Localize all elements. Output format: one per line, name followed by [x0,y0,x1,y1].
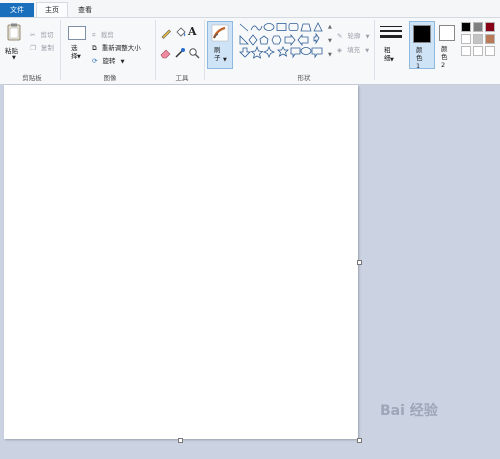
tab-file[interactable]: 文件 [0,3,34,17]
clipboard-icon [7,23,21,41]
color1-button[interactable]: 颜色 1 [409,21,435,70]
watermark: Bai 经验 [380,403,438,419]
palette-swatch-dark-red[interactable] [485,22,495,32]
shapes-scroll-down-icon[interactable]: ▼ [328,38,332,44]
drawing-canvas[interactable] [4,85,358,439]
palette-swatch-black[interactable] [461,22,471,32]
chevron-down-icon: ▼ [120,59,125,65]
shapes-expand-icon[interactable]: ▼ [328,52,332,58]
color1-swatch [413,25,431,43]
palette-swatch-empty[interactable] [473,46,483,56]
color-picker-icon[interactable] [174,47,186,59]
tab-bar: 文件 主页 查看 [0,0,500,17]
resize-handle-corner[interactable] [357,438,362,443]
image-group-label: 图像 [103,74,117,82]
fill-icon: ◈ [337,46,342,54]
tab-home[interactable]: 主页 [36,2,68,17]
chevron-down-icon: ▼ [390,57,394,63]
shapes-group-label: 形状 [297,74,311,82]
chevron-down-icon: ▼ [223,57,227,63]
group-divider [374,20,375,80]
resize-handle-bottom[interactable] [178,438,183,443]
select-rect-icon [68,26,86,40]
palette-swatch-white[interactable] [461,34,471,44]
copy-label: 复制 [40,44,54,52]
chevron-down-icon: ▼ [365,48,370,54]
palette-swatch-brown[interactable] [485,34,495,44]
select-button[interactable]: 选择 ▼ [66,24,88,64]
fill-bucket-icon[interactable] [174,27,186,39]
paste-label: 粘贴 [5,47,18,55]
palette-swatch-empty[interactable] [485,46,495,56]
shapes-gallery[interactable] [238,22,328,62]
color1-label: 颜色 1 [416,46,423,70]
copy-icon: ❐ [30,44,36,52]
copy-button[interactable]: ❐ 复制 [30,35,54,54]
group-divider [204,20,205,80]
resize-handle-right[interactable] [357,260,362,265]
magnifier-icon[interactable] [188,47,200,59]
shapes-scroll-up-icon[interactable]: ▲ [328,24,332,30]
line-width-icon [380,26,402,38]
fill-label: 填充 [347,46,361,54]
rotate-icon: ⟳ [92,57,98,65]
rotate-label: 旋转 [102,57,116,65]
fill-button[interactable]: ◈ 填充 ▼ [337,37,369,56]
pencil-icon[interactable] [160,27,172,39]
color2-label: 颜色 2 [441,45,448,69]
group-divider [60,20,61,80]
eraser-icon[interactable] [160,47,172,59]
palette-swatch-light-gray[interactable] [473,34,483,44]
paste-button[interactable]: 粘贴 ▼ [3,21,25,67]
clipboard-group-label: 剪贴板 [22,74,42,82]
color-palette [461,22,500,70]
brushes-button[interactable]: 刷子 ▼ [207,21,233,69]
tab-view[interactable]: 查看 [70,3,100,17]
size-button[interactable]: 粗细 ▼ [377,22,405,68]
chevron-down-icon: ▼ [77,54,81,60]
text-tool-icon[interactable]: A [188,25,197,38]
rotate-button[interactable]: ⟳ 旋转 ▼ [92,48,125,67]
palette-swatch-gray[interactable] [473,22,483,32]
chevron-down-icon: ▼ [12,55,16,61]
palette-swatch-empty[interactable] [461,46,471,56]
color2-swatch [439,25,455,41]
color2-button[interactable]: 颜色 2 [436,21,458,69]
tools-group-label: 工具 [175,74,189,82]
ribbon: 粘贴 ▼ ✂ 剪切 ❐ 复制 剪贴板 选择 ▼ ⌗ 裁剪 ⧉ 重新调整大小 ⟳ … [0,17,500,85]
group-divider [155,20,156,80]
brush-icon [211,24,229,42]
